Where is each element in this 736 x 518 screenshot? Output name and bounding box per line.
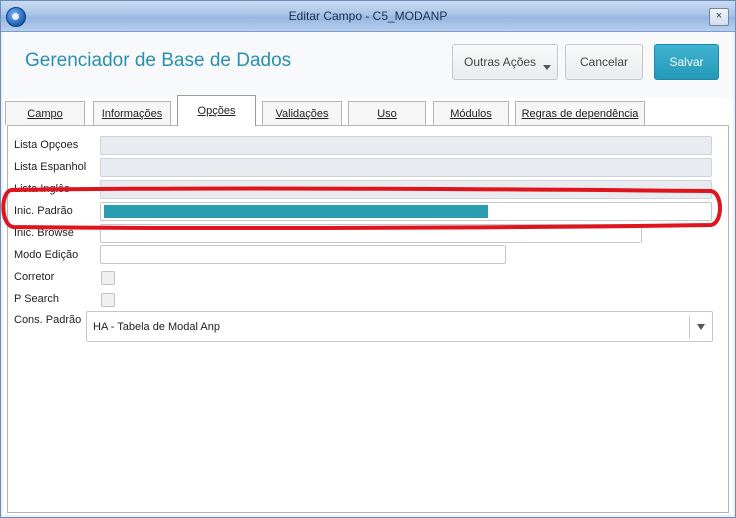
corretor-checkbox[interactable] [101,271,115,285]
save-button[interactable]: Salvar [654,44,719,80]
close-button[interactable]: × [709,8,729,26]
chevron-down-icon [543,65,551,70]
tab-modulos[interactable]: Módulos [433,101,509,125]
lista-opcoes-label: Lista Opçoes [14,139,79,151]
p-search-label: P Search [14,293,60,305]
cons-padrao-select[interactable]: HA - Tabela de Modal Anp [86,311,713,342]
chevron-down-icon [697,324,705,330]
edit-field-window: Editar Campo - C5_MODANP × Gerenciador d… [0,0,736,518]
modo-edicao-label: Modo Edição [14,249,79,261]
lista-ingles-label: Lista Inglês [14,183,70,195]
tab-opcoes[interactable]: Opções [177,95,256,126]
inic-padrao-label: Inic. Padrão [14,205,73,217]
window-title: Editar Campo - C5_MODANP [288,9,448,23]
text-selection [104,205,488,218]
modo-edicao-field[interactable] [100,245,506,264]
lista-opcoes-field [100,136,712,155]
select-divider [689,316,690,338]
dialog-header: Gerenciador de Base de Dados Outras Açõe… [3,32,733,98]
tab-bar: Campo Informações Opções Validações Uso … [3,95,733,126]
corretor-label: Corretor [14,271,55,283]
inic-padrao-field[interactable] [100,202,712,221]
tab-regras-de-dependencia[interactable]: Regras de dependência [515,101,645,125]
more-actions-button[interactable]: Outras Ações [452,44,558,80]
lista-espanhol-field [100,158,712,177]
tab-informacoes[interactable]: Informações [93,101,171,125]
options-panel: Lista Opçoes Lista Espanhol Lista Inglês… [7,125,729,513]
more-actions-label: Outras Ações [464,55,537,69]
inic-browse-field[interactable] [100,224,642,243]
lista-espanhol-label: Lista Espanhol [14,161,87,173]
p-search-checkbox[interactable] [101,293,115,307]
cons-padrao-value: HA - Tabela de Modal Anp [93,321,220,333]
tab-validacoes[interactable]: Validações [262,101,342,125]
tab-uso[interactable]: Uso [348,101,426,125]
cons-padrao-label: Cons. Padrão [14,314,82,326]
lista-ingles-field [100,180,712,199]
inic-browse-label: Inic. Browse [14,227,74,239]
tab-campo[interactable]: Campo [5,101,85,125]
cancel-button[interactable]: Cancelar [565,44,643,80]
title-bar: Editar Campo - C5_MODANP × [1,1,735,32]
page-title: Gerenciador de Base de Dados [25,50,292,71]
dialog-content: Gerenciador de Base de Dados Outras Açõe… [3,32,733,515]
